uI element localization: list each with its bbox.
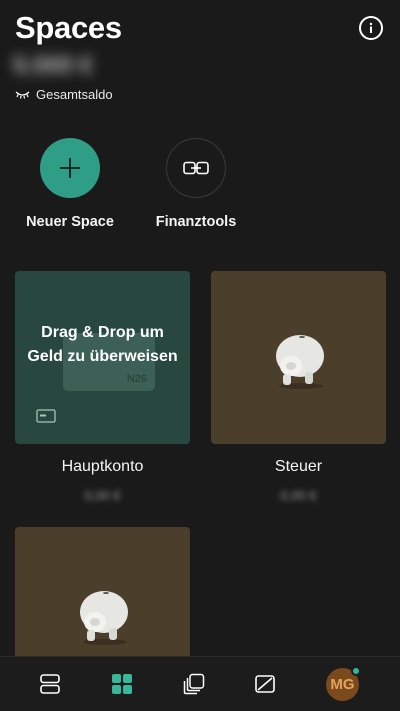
balance-label: Gesamtsaldo xyxy=(36,87,113,102)
card-off-icon xyxy=(255,675,275,693)
space-card[interactable]: N26 Drag & Drop um Geld zu überweisen xyxy=(15,271,190,444)
nav-cards[interactable] xyxy=(181,671,207,697)
new-space-action[interactable]: Neuer Space xyxy=(10,138,130,230)
new-space-button[interactable] xyxy=(40,138,100,198)
new-space-label: Neuer Space xyxy=(26,214,114,230)
finance-tools-action[interactable]: Finanztools xyxy=(136,138,256,230)
space-balance: 0,00 € xyxy=(280,488,317,503)
total-balance-value[interactable]: 5.000 € xyxy=(13,52,123,82)
accounts-icon xyxy=(40,674,60,694)
balance-visibility-toggle[interactable]: Gesamtsaldo xyxy=(15,87,113,102)
space-card[interactable] xyxy=(211,271,386,444)
space-hauptkonto[interactable]: N26 Drag & Drop um Geld zu überweisen Ha… xyxy=(15,271,190,503)
space-name: Steuer xyxy=(274,458,323,475)
drag-drop-hint: Drag & Drop um Geld zu überweisen xyxy=(27,324,178,365)
piggy-bank-icon xyxy=(79,591,128,645)
info-icon xyxy=(369,22,373,33)
plus-icon xyxy=(60,158,80,178)
info-button[interactable] xyxy=(359,16,383,40)
eye-closed-icon xyxy=(15,91,30,99)
card-icon xyxy=(36,409,56,423)
finance-tools-label: Finanztools xyxy=(155,214,237,230)
space-balance: 0,00 € xyxy=(84,488,121,503)
nav-accounts[interactable] xyxy=(37,671,63,697)
card-brand-text: N26 xyxy=(126,373,147,385)
nav-spaces[interactable] xyxy=(109,671,135,697)
space-name: Hauptkonto xyxy=(61,458,144,475)
bottom-navigation: MG xyxy=(0,656,400,711)
notification-badge xyxy=(351,666,361,676)
nav-card-management[interactable] xyxy=(252,671,278,697)
space-steuer[interactable]: Steuer 0,00 € xyxy=(211,271,386,503)
spaces-grid-icon xyxy=(112,674,132,694)
header: Spaces 5.000 € Gesamtsaldo xyxy=(0,0,400,110)
finance-tools-button[interactable] xyxy=(166,138,226,198)
cards-stack-icon xyxy=(183,673,205,695)
piggy-bank-icon xyxy=(275,334,324,389)
page-title: Spaces xyxy=(15,10,122,45)
link-icon xyxy=(183,161,209,175)
